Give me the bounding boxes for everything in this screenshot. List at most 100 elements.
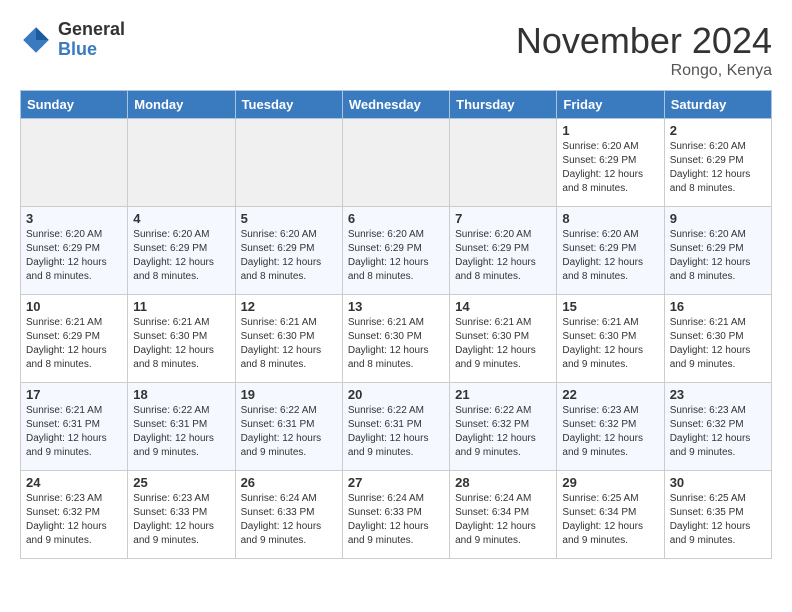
calendar-row: 24 Sunrise: 6:23 AM Sunset: 6:32 PM Dayli… [21,471,772,559]
location: Rongo, Kenya [516,62,772,80]
cell-info: Sunrise: 6:21 AM Sunset: 6:30 PM Dayligh… [348,316,444,372]
calendar-cell: 4 Sunrise: 6:20 AM Sunset: 6:29 PM Daylig… [128,207,235,295]
header-row: SundayMondayTuesdayWednesdayThursdayFrid… [21,91,772,119]
header-day: Wednesday [342,91,449,119]
day-number: 20 [348,387,444,402]
day-number: 21 [455,387,551,402]
day-number: 5 [241,211,337,226]
cell-info: Sunrise: 6:25 AM Sunset: 6:35 PM Dayligh… [670,492,766,548]
day-number: 30 [670,475,766,490]
day-number: 29 [562,475,658,490]
day-number: 24 [26,475,122,490]
day-number: 26 [241,475,337,490]
header-day: Sunday [21,91,128,119]
calendar-cell: 28 Sunrise: 6:24 AM Sunset: 6:34 PM Dayli… [450,471,557,559]
calendar-cell: 16 Sunrise: 6:21 AM Sunset: 6:30 PM Dayli… [664,295,771,383]
header-day: Saturday [664,91,771,119]
calendar-cell: 18Sunrise: 6:22 AM Sunset: 6:31 PM Dayli… [128,383,235,471]
header-day: Friday [557,91,664,119]
day-number: 25 [133,475,229,490]
calendar-cell: 1 Sunrise: 6:20 AM Sunset: 6:29 PM Daylig… [557,119,664,207]
calendar-cell: 19 Sunrise: 6:22 AM Sunset: 6:31 PM Dayli… [235,383,342,471]
calendar-cell [235,119,342,207]
day-number: 14 [455,299,551,314]
calendar-cell: 17Sunrise: 6:21 AM Sunset: 6:31 PM Dayli… [21,383,128,471]
calendar-cell: 12Sunrise: 6:21 AM Sunset: 6:30 PM Dayli… [235,295,342,383]
calendar-cell [342,119,449,207]
calendar-cell: 6Sunrise: 6:20 AM Sunset: 6:29 PM Daylig… [342,207,449,295]
cell-info: Sunrise: 6:21 AM Sunset: 6:30 PM Dayligh… [133,316,229,372]
day-number: 7 [455,211,551,226]
header-day: Thursday [450,91,557,119]
calendar-row: 1 Sunrise: 6:20 AM Sunset: 6:29 PM Daylig… [21,119,772,207]
calendar-header: SundayMondayTuesdayWednesdayThursdayFrid… [21,91,772,119]
cell-info: Sunrise: 6:21 AM Sunset: 6:30 PM Dayligh… [241,316,337,372]
calendar-cell: 15Sunrise: 6:21 AM Sunset: 6:30 PM Dayli… [557,295,664,383]
cell-info: Sunrise: 6:21 AM Sunset: 6:29 PM Dayligh… [26,316,122,372]
cell-info: Sunrise: 6:22 AM Sunset: 6:31 PM Dayligh… [241,404,337,460]
cell-info: Sunrise: 6:20 AM Sunset: 6:29 PM Dayligh… [133,228,229,284]
logo-icon [20,24,52,56]
calendar-row: 10 Sunrise: 6:21 AM Sunset: 6:29 PM Dayli… [21,295,772,383]
logo-text: General Blue [58,20,125,60]
cell-info: Sunrise: 6:20 AM Sunset: 6:29 PM Dayligh… [670,228,766,284]
calendar-cell: 21 Sunrise: 6:22 AM Sunset: 6:32 PM Dayli… [450,383,557,471]
day-number: 11 [133,299,229,314]
calendar-cell [128,119,235,207]
cell-info: Sunrise: 6:20 AM Sunset: 6:29 PM Dayligh… [348,228,444,284]
day-number: 4 [133,211,229,226]
cell-info: Sunrise: 6:23 AM Sunset: 6:32 PM Dayligh… [670,404,766,460]
logo-general: General [58,20,125,40]
cell-info: Sunrise: 6:21 AM Sunset: 6:30 PM Dayligh… [670,316,766,372]
calendar-cell: 23Sunrise: 6:23 AM Sunset: 6:32 PM Dayli… [664,383,771,471]
cell-info: Sunrise: 6:24 AM Sunset: 6:33 PM Dayligh… [348,492,444,548]
calendar-cell [450,119,557,207]
day-number: 15 [562,299,658,314]
calendar-row: 17Sunrise: 6:21 AM Sunset: 6:31 PM Dayli… [21,383,772,471]
cell-info: Sunrise: 6:25 AM Sunset: 6:34 PM Dayligh… [562,492,658,548]
logo-blue: Blue [58,40,125,60]
cell-info: Sunrise: 6:20 AM Sunset: 6:29 PM Dayligh… [670,140,766,196]
header-day: Tuesday [235,91,342,119]
logo: General Blue [20,20,125,60]
calendar-cell: 29 Sunrise: 6:25 AM Sunset: 6:34 PM Dayli… [557,471,664,559]
day-number: 27 [348,475,444,490]
cell-info: Sunrise: 6:20 AM Sunset: 6:29 PM Dayligh… [455,228,551,284]
calendar-cell: 8Sunrise: 6:20 AM Sunset: 6:29 PM Daylig… [557,207,664,295]
day-number: 9 [670,211,766,226]
calendar-cell: 14 Sunrise: 6:21 AM Sunset: 6:30 PM Dayli… [450,295,557,383]
day-number: 2 [670,123,766,138]
calendar-cell: 30 Sunrise: 6:25 AM Sunset: 6:35 PM Dayli… [664,471,771,559]
calendar-cell: 24 Sunrise: 6:23 AM Sunset: 6:32 PM Dayli… [21,471,128,559]
cell-info: Sunrise: 6:24 AM Sunset: 6:34 PM Dayligh… [455,492,551,548]
cell-info: Sunrise: 6:23 AM Sunset: 6:33 PM Dayligh… [133,492,229,548]
month-title: November 2024 [516,20,772,62]
day-number: 22 [562,387,658,402]
cell-info: Sunrise: 6:21 AM Sunset: 6:30 PM Dayligh… [455,316,551,372]
calendar-cell: 25 Sunrise: 6:23 AM Sunset: 6:33 PM Dayli… [128,471,235,559]
day-number: 1 [562,123,658,138]
cell-info: Sunrise: 6:23 AM Sunset: 6:32 PM Dayligh… [26,492,122,548]
calendar-row: 3 Sunrise: 6:20 AM Sunset: 6:29 PM Daylig… [21,207,772,295]
day-number: 10 [26,299,122,314]
calendar-cell: 13 Sunrise: 6:21 AM Sunset: 6:30 PM Dayli… [342,295,449,383]
cell-info: Sunrise: 6:21 AM Sunset: 6:31 PM Dayligh… [26,404,122,460]
cell-info: Sunrise: 6:20 AM Sunset: 6:29 PM Dayligh… [562,140,658,196]
day-number: 18 [133,387,229,402]
cell-info: Sunrise: 6:23 AM Sunset: 6:32 PM Dayligh… [562,404,658,460]
calendar-cell: 9 Sunrise: 6:20 AM Sunset: 6:29 PM Daylig… [664,207,771,295]
day-number: 13 [348,299,444,314]
day-number: 8 [562,211,658,226]
day-number: 16 [670,299,766,314]
title-block: November 2024 Rongo, Kenya [516,20,772,80]
page-header: General Blue November 2024 Rongo, Kenya [20,20,772,80]
day-number: 19 [241,387,337,402]
cell-info: Sunrise: 6:22 AM Sunset: 6:32 PM Dayligh… [455,404,551,460]
day-number: 28 [455,475,551,490]
day-number: 3 [26,211,122,226]
calendar-cell: 20Sunrise: 6:22 AM Sunset: 6:31 PM Dayli… [342,383,449,471]
cell-info: Sunrise: 6:24 AM Sunset: 6:33 PM Dayligh… [241,492,337,548]
calendar-table: SundayMondayTuesdayWednesdayThursdayFrid… [20,90,772,559]
calendar-body: 1 Sunrise: 6:20 AM Sunset: 6:29 PM Daylig… [21,119,772,559]
header-day: Monday [128,91,235,119]
